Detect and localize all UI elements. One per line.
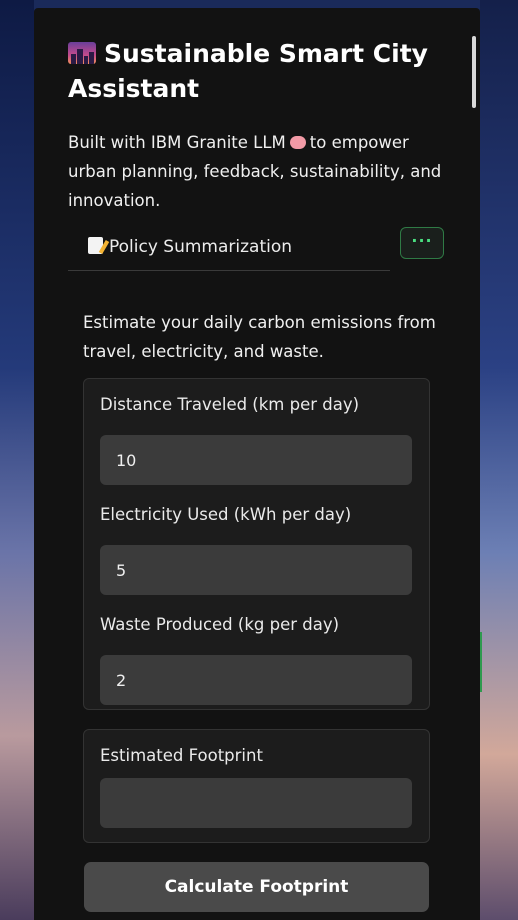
distance-input[interactable] [100, 435, 412, 485]
waste-input[interactable] [100, 655, 412, 705]
background-left [0, 0, 34, 920]
distance-label: Distance Traveled (km per day) [100, 395, 360, 414]
calculate-footprint-button[interactable]: Calculate Footprint [84, 862, 429, 912]
page-title-text: Sustainable Smart City Assistant [68, 39, 428, 103]
calculator-description: Estimate your daily carbon emissions fro… [83, 313, 436, 361]
brain-icon [289, 136, 306, 149]
page-subtitle: Built with IBM Granite LLM to empower urb… [68, 128, 448, 215]
subtitle-text-start: Built with IBM Granite LLM [68, 133, 286, 152]
memo-icon [88, 237, 103, 254]
footprint-label: Estimated Footprint [100, 746, 263, 765]
electricity-label: Electricity Used (kWh per day) [100, 505, 352, 524]
waste-label: Waste Produced (kg per day) [100, 615, 340, 634]
city-sunset-icon [68, 42, 96, 64]
tab-policy-summarization[interactable]: Policy Summarization [88, 237, 292, 257]
footprint-output[interactable] [100, 778, 412, 828]
more-tabs-button[interactable]: ··· [400, 227, 444, 259]
page-title: Sustainable Smart City Assistant [68, 36, 448, 106]
electricity-input[interactable] [100, 545, 412, 595]
tab-label-text: Policy Summarization [109, 237, 293, 257]
tab-bar: Policy Summarization [68, 232, 390, 271]
result-card: Estimated Footprint [83, 729, 430, 843]
assistant-panel: Sustainable Smart City Assistant Built w… [34, 8, 480, 920]
scrollbar-thumb[interactable] [472, 36, 476, 108]
background-right [480, 0, 518, 920]
input-form-card: Distance Traveled (km per day) Electrici… [83, 378, 430, 710]
